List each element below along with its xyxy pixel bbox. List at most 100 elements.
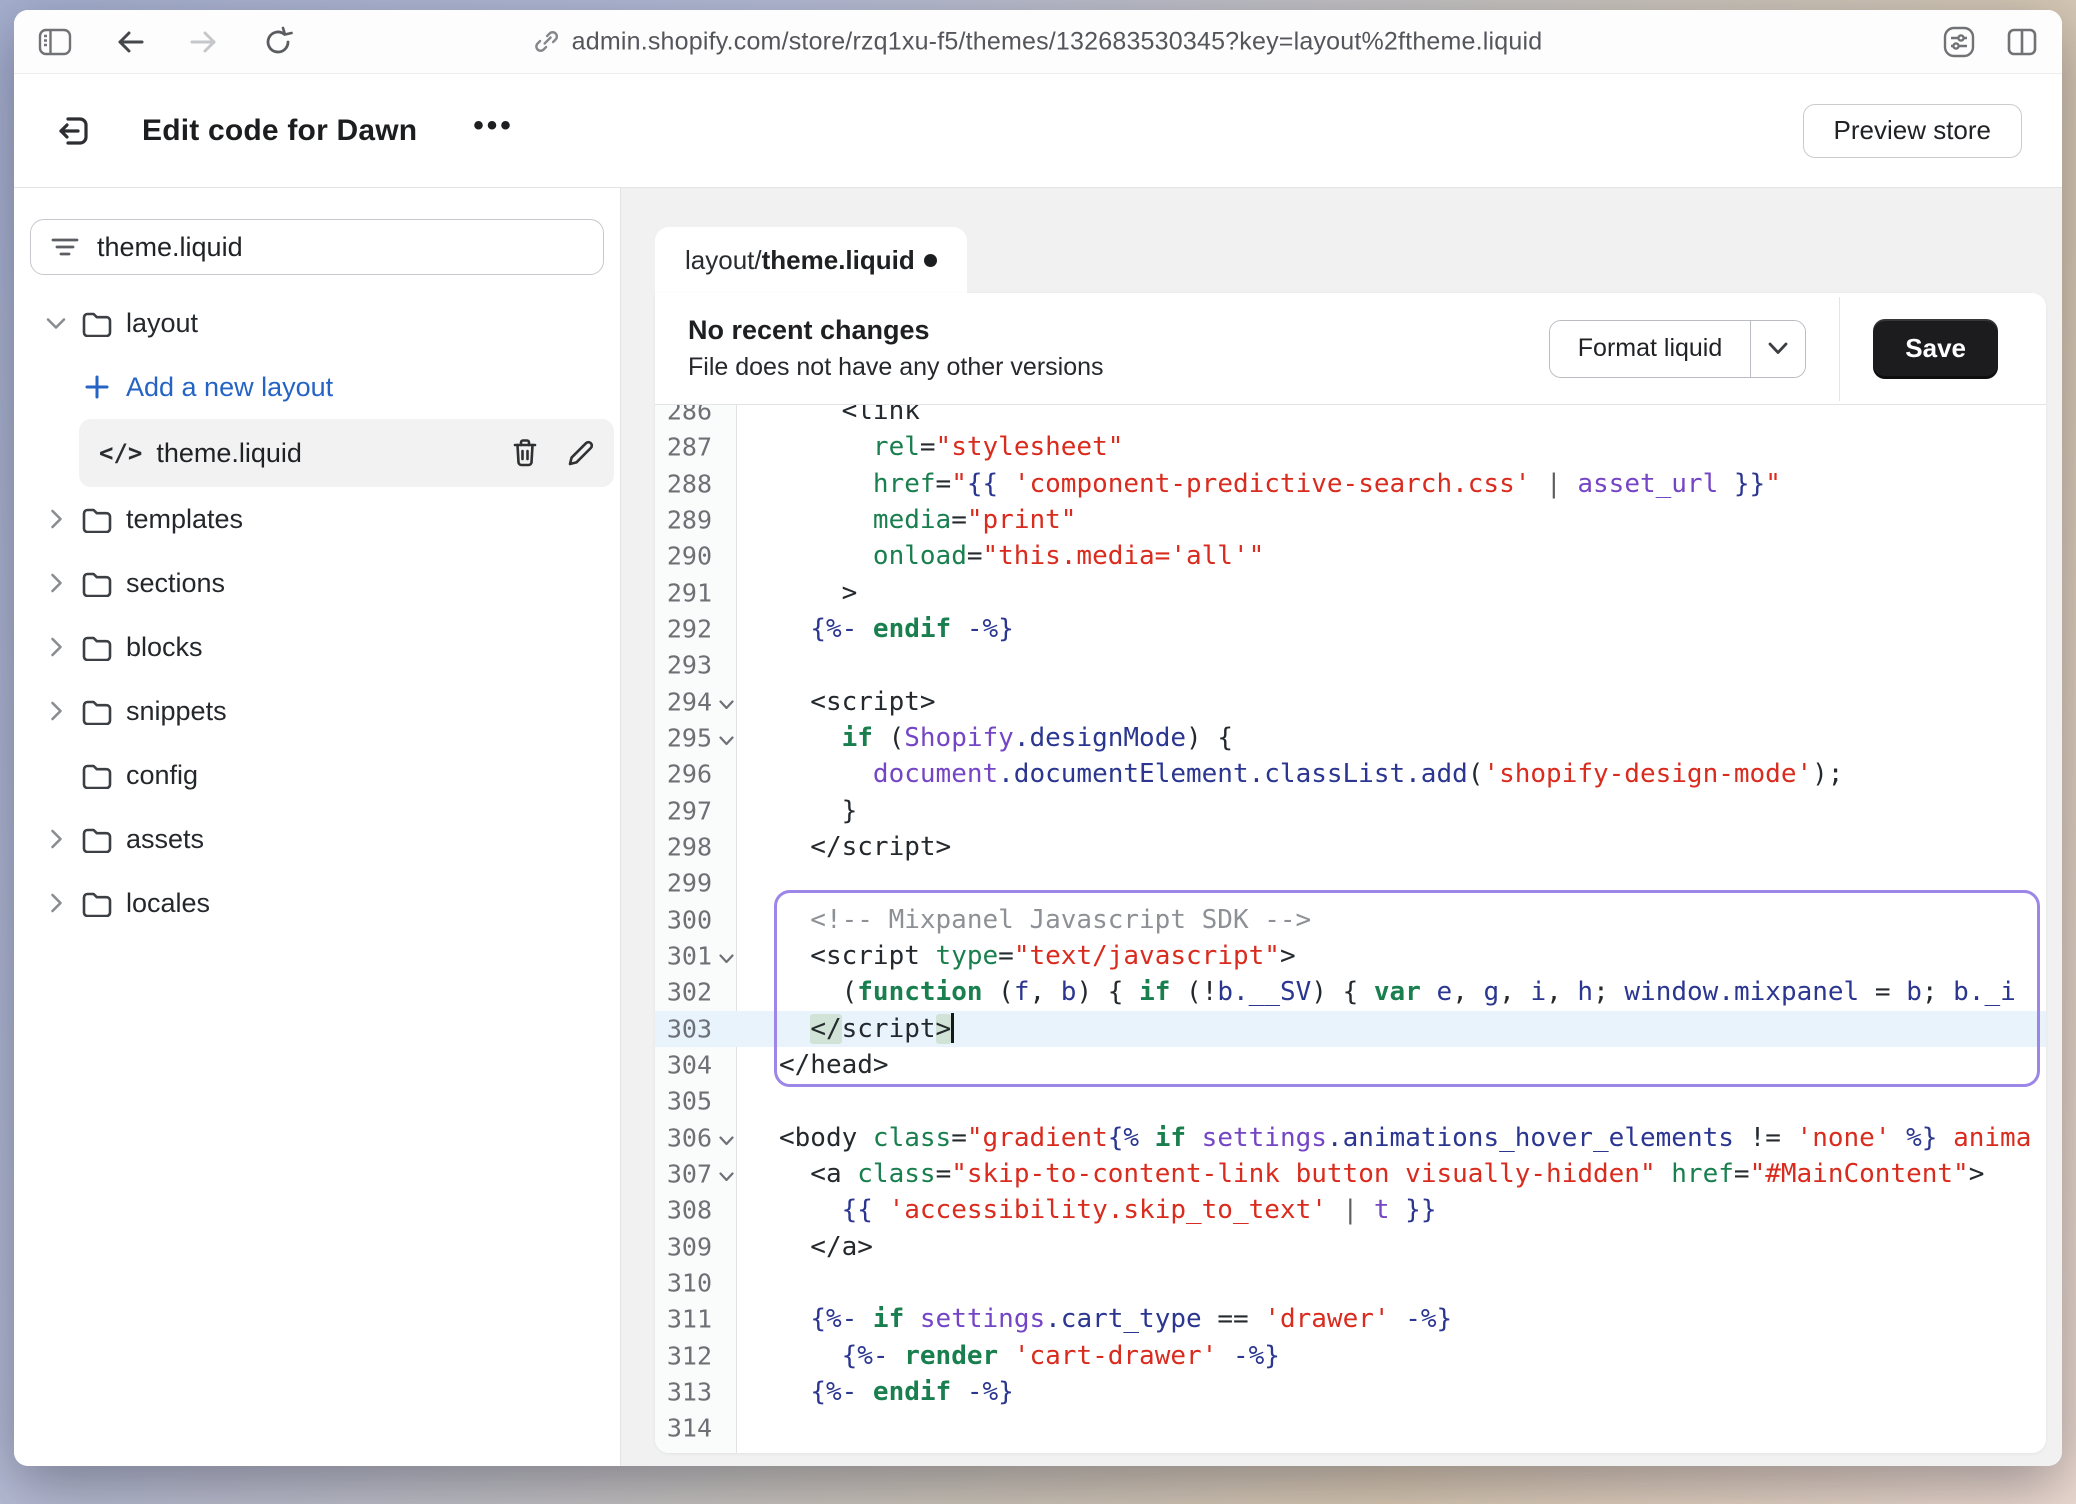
sidebar-toggle-icon[interactable] (38, 27, 72, 57)
chevron-right-icon (45, 893, 67, 913)
sidebar-item-templates[interactable]: templates (14, 487, 620, 551)
browser-chrome: admin.shopify.com/store/rzq1xu-f5/themes… (14, 10, 2062, 74)
line-number: 313 (655, 1374, 737, 1410)
code-line-content: {%- if settings.cart_type == 'drawer' -%… (737, 1301, 2046, 1337)
code-line-314[interactable]: 314 (655, 1410, 2046, 1446)
toolbar-divider (1839, 297, 1840, 401)
code-line-287[interactable]: 287 rel="stylesheet" (655, 429, 2046, 465)
more-actions-button[interactable]: ••• (473, 111, 514, 151)
line-number: 302 (655, 974, 737, 1010)
sidebar-item-config[interactable]: config (14, 743, 620, 807)
code-line-content: {{ 'accessibility.skip_to_text' | t }} (737, 1192, 2046, 1228)
browser-window: admin.shopify.com/store/rzq1xu-f5/themes… (14, 10, 2062, 1466)
code-line-308[interactable]: 308 {{ 'accessibility.skip_to_text' | t … (655, 1192, 2046, 1228)
code-line-293[interactable]: 293 (655, 647, 2046, 683)
link-icon (534, 29, 560, 55)
sidebar-item-label: Add a new layout (126, 372, 333, 403)
save-button[interactable]: Save (1873, 319, 1998, 379)
code-line-310[interactable]: 310 (655, 1265, 2046, 1301)
code-line-315[interactable]: 315<main id="MainContent" class="content… (655, 1447, 2046, 1453)
fold-chevron-icon[interactable] (719, 700, 734, 710)
code-line-299[interactable]: 299 (655, 865, 2046, 901)
code-line-content: rel="stylesheet" (737, 429, 2046, 465)
sidebar-item-sections[interactable]: sections (14, 551, 620, 615)
preview-store-button[interactable]: Preview store (1803, 104, 2023, 158)
code-line-292[interactable]: 292 {%- endif -%} (655, 611, 2046, 647)
line-number: 296 (655, 756, 737, 792)
page-settings-icon[interactable] (1942, 25, 1976, 59)
back-icon[interactable] (114, 28, 146, 56)
line-number: 298 (655, 829, 737, 865)
code-line-content: <script type="text/javascript"> (737, 938, 2046, 974)
forward-icon[interactable] (188, 28, 220, 56)
code-line-294[interactable]: 294 <script> (655, 684, 2046, 720)
code-line-286[interactable]: 286 <link (655, 405, 2046, 429)
code-line-297[interactable]: 297 } (655, 793, 2046, 829)
address-bar[interactable]: admin.shopify.com/store/rzq1xu-f5/themes… (534, 27, 1543, 56)
code-line-content: onload="this.media='all'" (737, 538, 2046, 574)
rename-file-icon[interactable] (566, 438, 596, 468)
code-editor[interactable]: 286 <link287 rel="stylesheet"288 href="{… (655, 405, 2046, 1453)
code-line-311[interactable]: 311 {%- if settings.cart_type == 'drawer… (655, 1301, 2046, 1337)
code-line-312[interactable]: 312 {%- render 'cart-drawer' -%} (655, 1338, 2046, 1374)
code-line-305[interactable]: 305 (655, 1083, 2046, 1119)
sidebar-item-locales[interactable]: locales (14, 871, 620, 935)
fold-chevron-icon[interactable] (719, 954, 734, 964)
file-tree: layout Add a new layout </> theme.liquid tem… (14, 291, 620, 935)
fold-chevron-icon[interactable] (719, 1136, 734, 1146)
code-line-content: <body class="gradient{% if settings.anim… (737, 1120, 2046, 1156)
code-line-301[interactable]: 301 <script type="text/javascript"> (655, 938, 2046, 974)
line-number: 287 (655, 429, 737, 465)
sidebar-item-label: config (126, 760, 198, 791)
code-line-307[interactable]: 307 <a class="skip-to-content-link butto… (655, 1156, 2046, 1192)
code-line-303[interactable]: 303 </script> (655, 1011, 2046, 1047)
sidebar-item-label: locales (126, 888, 210, 919)
code-line-291[interactable]: 291 > (655, 575, 2046, 611)
code-line-290[interactable]: 290 onload="this.media='all'" (655, 538, 2046, 574)
format-liquid-split-button: Format liquid (1549, 320, 1807, 378)
code-line-313[interactable]: 313 {%- endif -%} (655, 1374, 2046, 1410)
sidebar-item-add-a-new-layout[interactable]: Add a new layout (14, 355, 620, 419)
code-line-content: {%- endif -%} (737, 1374, 2046, 1410)
fold-chevron-icon[interactable] (719, 736, 734, 746)
code-line-content: <a class="skip-to-content-link button vi… (737, 1156, 2046, 1192)
format-options-dropdown[interactable] (1750, 321, 1805, 377)
code-line-content: document.documentElement.classList.add('… (737, 756, 2046, 792)
line-number: 309 (655, 1229, 737, 1265)
code-line-302[interactable]: 302 (function (f, b) { if (!b.__SV) { va… (655, 974, 2046, 1010)
fold-chevron-icon[interactable] (719, 1172, 734, 1182)
sidebar-item-assets[interactable]: assets (14, 807, 620, 871)
file-search[interactable] (30, 219, 604, 275)
search-input[interactable] (97, 232, 583, 263)
code-line-296[interactable]: 296 document.documentElement.classList.a… (655, 756, 2046, 792)
sidebar-item-blocks[interactable]: blocks (14, 615, 620, 679)
line-number: 315 (655, 1447, 737, 1453)
delete-file-icon[interactable] (510, 437, 540, 469)
code-line-298[interactable]: 298 </script> (655, 829, 2046, 865)
code-line-289[interactable]: 289 media="print" (655, 502, 2046, 538)
code-line-304[interactable]: 304</head> (655, 1047, 2046, 1083)
exit-code-editor-icon[interactable] (54, 111, 94, 151)
line-number: 310 (655, 1265, 737, 1301)
chevron-right-icon (45, 573, 67, 593)
code-line-288[interactable]: 288 href="{{ 'component-predictive-searc… (655, 466, 2046, 502)
sidebar-item-theme-liquid[interactable]: </> theme.liquid (79, 419, 614, 487)
chevron-right-icon (45, 509, 67, 529)
sidebar-item-label: theme.liquid (156, 438, 302, 469)
reload-icon[interactable] (262, 26, 294, 58)
tab-theme-liquid[interactable]: layout/theme.liquid (655, 227, 967, 293)
format-liquid-button[interactable]: Format liquid (1550, 321, 1751, 377)
code-line-306[interactable]: 306<body class="gradient{% if settings.a… (655, 1120, 2046, 1156)
code-line-295[interactable]: 295 if (Shopify.designMode) { (655, 720, 2046, 756)
folder-icon (81, 697, 113, 725)
line-number: 294 (655, 684, 737, 720)
code-line-309[interactable]: 309 </a> (655, 1229, 2046, 1265)
sidebar-item-snippets[interactable]: snippets (14, 679, 620, 743)
split-view-icon[interactable] (2006, 27, 2038, 57)
folder-icon (81, 505, 113, 533)
page-title: Edit code for Dawn (142, 114, 417, 148)
unsaved-indicator-dot (924, 254, 937, 267)
code-line-300[interactable]: 300 <!-- Mixpanel Javascript SDK --> (655, 902, 2046, 938)
code-file-icon: </> (99, 439, 142, 467)
sidebar-item-layout[interactable]: layout (14, 291, 620, 355)
